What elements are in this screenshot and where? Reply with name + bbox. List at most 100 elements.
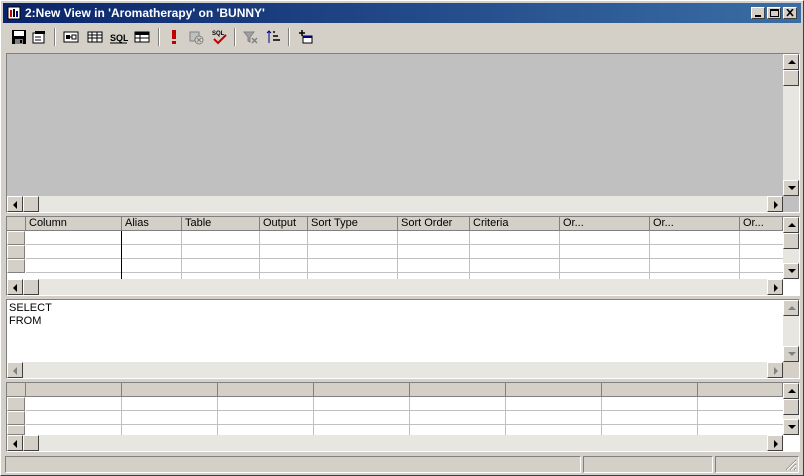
results-pane[interactable] [6, 382, 800, 452]
grid-line [26, 258, 783, 259]
scroll-thumb[interactable] [783, 70, 799, 86]
scroll-thumb[interactable] [23, 196, 39, 212]
save-button[interactable] [9, 27, 29, 47]
column-header-or-2[interactable]: Or... [650, 217, 740, 231]
grid-line [397, 231, 398, 279]
grid-line [697, 397, 698, 435]
sql-vertical-scrollbar[interactable] [783, 300, 799, 362]
scroll-right-button[interactable] [767, 362, 783, 378]
arrow-down-icon [788, 269, 796, 273]
column-header-or-1[interactable]: Or... [560, 217, 650, 231]
sort-button[interactable] [263, 27, 283, 47]
diagram-pane[interactable] [6, 53, 800, 213]
grid-line [26, 272, 783, 273]
scroll-right-button[interactable] [767, 279, 783, 295]
scroll-down-button[interactable] [783, 263, 799, 279]
results-vertical-scrollbar[interactable] [783, 383, 799, 435]
grid-horizontal-scrollbar[interactable] [7, 279, 783, 295]
scroll-down-button[interactable] [783, 419, 799, 435]
scroll-right-button[interactable] [767, 196, 783, 212]
scroll-thumb[interactable] [23, 279, 39, 295]
add-table-icon [299, 30, 313, 44]
results-grid[interactable] [7, 383, 783, 435]
grid-line [26, 244, 783, 245]
column-header-output[interactable]: Output [260, 217, 308, 231]
add-table-button[interactable] [295, 27, 315, 47]
scroll-left-button[interactable] [7, 362, 23, 378]
sql-text[interactable]: SELECT FROM [9, 302, 52, 328]
grid-vertical-scrollbar[interactable] [783, 217, 799, 279]
column-header-table[interactable]: Table [182, 217, 260, 231]
scroll-left-button[interactable] [7, 435, 23, 451]
verify-sql-button[interactable]: SQL [209, 27, 229, 47]
column-header-criteria[interactable]: Criteria [470, 217, 560, 231]
row-header[interactable] [7, 259, 25, 273]
results-horizontal-scrollbar[interactable] [7, 435, 783, 451]
database-app-icon [7, 6, 21, 20]
show-results-pane-button[interactable] [132, 27, 152, 47]
maximize-icon [770, 9, 779, 17]
size-grip-icon[interactable] [785, 459, 797, 471]
arrow-left-icon [13, 201, 17, 209]
row-header[interactable] [7, 411, 25, 425]
scroll-down-button[interactable] [783, 346, 799, 362]
scroll-up-button[interactable] [783, 54, 799, 70]
scroll-right-button[interactable] [767, 435, 783, 451]
grid-pane[interactable]: Column Alias Table Output Sort Type Sort… [6, 216, 800, 296]
diagram-horizontal-scrollbar[interactable] [7, 196, 783, 212]
result-column-header[interactable] [506, 383, 602, 397]
row-header[interactable] [7, 231, 25, 245]
sql-pane[interactable]: SELECT FROM [6, 299, 800, 379]
result-column-header[interactable] [410, 383, 506, 397]
result-column-header[interactable] [602, 383, 698, 397]
result-column-header[interactable] [122, 383, 218, 397]
result-column-header[interactable] [218, 383, 314, 397]
show-diagram-pane-button[interactable] [61, 27, 81, 47]
scroll-down-button[interactable] [783, 180, 799, 196]
maximize-button[interactable] [767, 7, 781, 19]
cancel-query-button[interactable] [186, 27, 206, 47]
show-sql-pane-button[interactable]: SQL [108, 27, 128, 47]
remove-filter-button[interactable] [240, 27, 260, 47]
svg-text:SQL: SQL [212, 31, 225, 37]
criteria-grid[interactable]: Column Alias Table Output Sort Type Sort… [7, 217, 783, 279]
grid-line [121, 397, 122, 435]
sql-horizontal-scrollbar[interactable] [7, 362, 783, 378]
close-button[interactable] [783, 7, 797, 19]
diagram-vertical-scrollbar[interactable] [783, 54, 799, 196]
grid-corner [7, 383, 26, 397]
scroll-thumb[interactable] [23, 435, 39, 451]
toolbar-separator [54, 28, 56, 46]
scroll-up-button[interactable] [783, 217, 799, 233]
properties-button[interactable] [29, 27, 49, 47]
grid-line [121, 231, 122, 279]
row-header[interactable] [7, 397, 25, 411]
column-header-alias[interactable]: Alias [122, 217, 182, 231]
scroll-left-button[interactable] [7, 196, 23, 212]
scroll-thumb[interactable] [783, 233, 799, 249]
arrow-right-icon [774, 201, 778, 209]
minimize-button[interactable] [751, 7, 765, 19]
show-grid-pane-button[interactable] [85, 27, 105, 47]
status-bar-panel-main [5, 456, 581, 473]
status-bar-panel [715, 456, 799, 473]
scroll-left-button[interactable] [7, 279, 23, 295]
title-bar[interactable]: 2:New View in 'Aromatherapy' on 'BUNNY' [3, 3, 801, 23]
window-title: 2:New View in 'Aromatherapy' on 'BUNNY' [25, 6, 265, 20]
column-header-column[interactable]: Column [26, 217, 122, 231]
result-column-header[interactable] [26, 383, 122, 397]
result-column-header[interactable] [314, 383, 410, 397]
result-column-header[interactable] [698, 383, 783, 397]
scroll-up-button[interactable] [783, 383, 799, 399]
run-button[interactable] [164, 27, 184, 47]
column-header-sort-order[interactable]: Sort Order [398, 217, 470, 231]
cancel-query-icon [189, 31, 204, 45]
scroll-thumb[interactable] [783, 399, 799, 415]
row-header[interactable] [7, 425, 25, 435]
scroll-up-button[interactable] [783, 300, 799, 316]
column-header-or-3[interactable]: Or... [740, 217, 783, 231]
arrow-down-icon [788, 186, 796, 190]
row-header[interactable] [7, 245, 25, 259]
column-header-sort-type[interactable]: Sort Type [308, 217, 398, 231]
floppy-disk-icon [12, 30, 26, 44]
